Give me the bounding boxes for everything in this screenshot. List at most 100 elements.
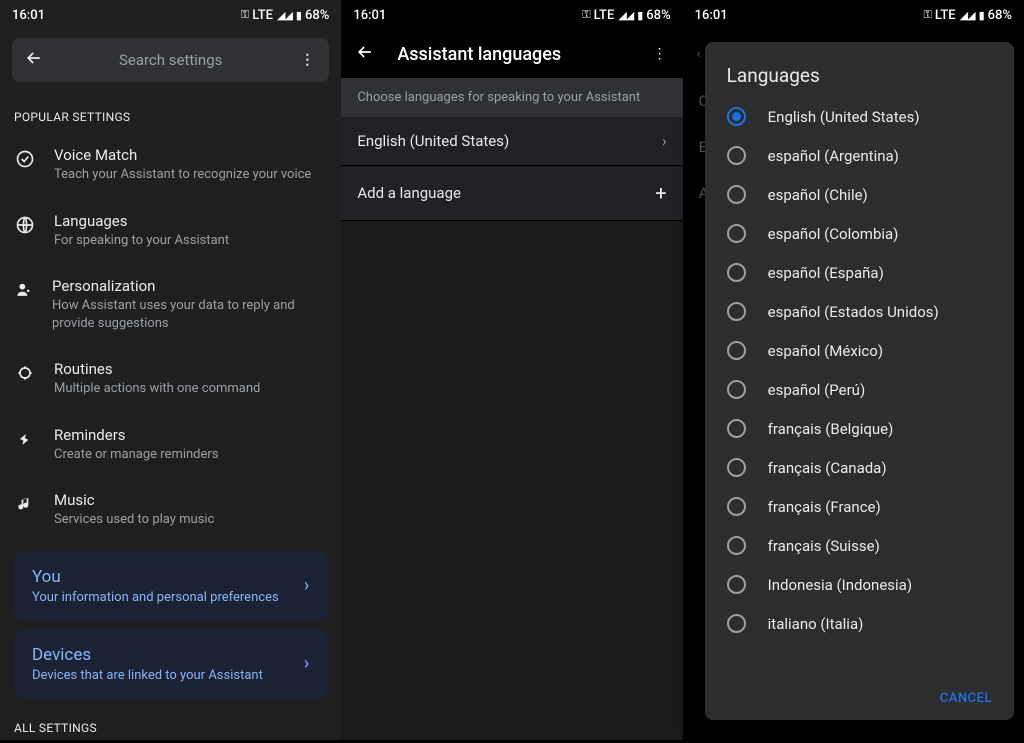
setting-voice-match[interactable]: Voice Match Teach your Assistant to reco…	[0, 132, 341, 198]
info-strip: Choose languages for speaking to your As…	[341, 78, 682, 117]
radio-icon	[727, 536, 746, 555]
radio-icon	[727, 497, 746, 516]
radio-icon	[727, 185, 746, 204]
language-option[interactable]: English (United States)	[705, 97, 1014, 136]
language-option[interactable]: français (Belgique)	[705, 409, 1014, 448]
radio-icon	[727, 302, 746, 321]
more-icon[interactable]: ⋮	[651, 46, 669, 62]
status-right: ⚿ LTE ◢◢ ▮ 68%	[241, 8, 329, 23]
language-dialog: Languages English (United States) españo…	[705, 42, 1014, 720]
language-label: English (United States)	[768, 108, 920, 126]
chevron-right-icon: ›	[304, 653, 309, 674]
section-all: ALL SETTINGS	[0, 707, 341, 743]
chevron-right-icon: ›	[662, 132, 667, 150]
language-radio-list[interactable]: English (United States) español (Argenti…	[705, 97, 1014, 682]
setting-reminders[interactable]: Reminders Create or manage reminders	[0, 412, 341, 478]
signal-icon: ◢◢	[277, 9, 292, 22]
signal-icon: ◢◢	[618, 9, 633, 22]
radio-icon	[727, 146, 746, 165]
network-label: LTE	[252, 8, 273, 23]
card-devices[interactable]: Devices Devices that are linked to your …	[14, 629, 327, 699]
language-option[interactable]: español (España)	[705, 253, 1014, 292]
radio-icon	[727, 458, 746, 477]
network-label: LTE	[594, 8, 615, 23]
language-option[interactable]: español (Colombia)	[705, 214, 1014, 253]
battery-percent: 68%	[988, 8, 1012, 23]
dialog-actions: CANCEL	[705, 682, 1014, 710]
voice-match-icon	[14, 148, 36, 170]
status-right: ⚿ LTE ◢◢ ▮ 68%	[924, 8, 1012, 23]
battery-percent: 68%	[305, 8, 329, 23]
chevron-right-icon: ›	[304, 575, 309, 596]
language-label: français (Suisse)	[768, 537, 880, 555]
cancel-button[interactable]: CANCEL	[940, 691, 992, 706]
language-option[interactable]: español (México)	[705, 331, 1014, 370]
card-sub: Devices that are linked to your Assistan…	[32, 668, 263, 683]
vpn-icon: ⚿	[241, 8, 248, 22]
battery-icon: ▮	[637, 9, 642, 22]
language-option[interactable]: español (Argentina)	[705, 136, 1014, 175]
reminders-icon	[14, 428, 36, 450]
plus-icon: +	[655, 181, 666, 205]
primary-language-row[interactable]: English (United States) ›	[341, 117, 682, 166]
back-icon[interactable]	[22, 48, 46, 72]
language-label: español (Colombia)	[768, 225, 899, 243]
screen-assistant-settings: 16:01 ⚿ LTE ◢◢ ▮ 68% Search settings ⋮ P…	[0, 0, 341, 740]
vpn-icon: ⚿	[582, 8, 589, 22]
person-icon	[14, 279, 34, 301]
radio-icon	[727, 380, 746, 399]
language-label: español (España)	[768, 264, 884, 282]
setting-title: Routines	[54, 360, 260, 378]
language-option[interactable]: Indonesia (Indonesia)	[705, 565, 1014, 604]
setting-personalization[interactable]: Personalization How Assistant uses your …	[0, 263, 341, 346]
language-label: español (Chile)	[768, 186, 868, 204]
language-option[interactable]: français (France)	[705, 487, 1014, 526]
setting-title: Personalization	[52, 277, 327, 295]
signal-icon: ◢◢	[960, 9, 975, 22]
radio-icon	[727, 224, 746, 243]
section-popular: POPULAR SETTINGS	[0, 90, 341, 132]
status-bar: 16:01 ⚿ LTE ◢◢ ▮ 68%	[341, 0, 682, 30]
battery-icon: ▮	[979, 9, 984, 22]
setting-title: Voice Match	[54, 146, 311, 164]
setting-sub: Services used to play music	[54, 511, 214, 529]
setting-music[interactable]: Music Services used to play music	[0, 477, 341, 543]
setting-languages[interactable]: Languages For speaking to your Assistant	[0, 198, 341, 264]
add-language-row[interactable]: Add a language +	[341, 166, 682, 221]
back-icon[interactable]	[355, 42, 375, 66]
language-option[interactable]: español (Chile)	[705, 175, 1014, 214]
radio-icon	[727, 341, 746, 360]
setting-title: Music	[54, 491, 214, 509]
setting-title: Languages	[54, 212, 229, 230]
language-option[interactable]: français (Suisse)	[705, 526, 1014, 565]
language-label: italiano (Italia)	[768, 615, 864, 633]
battery-percent: 68%	[646, 8, 670, 23]
language-option[interactable]: italiano (Italia)	[705, 604, 1014, 643]
language-label: français (France)	[768, 498, 881, 516]
setting-sub: Multiple actions with one command	[54, 380, 260, 398]
setting-routines[interactable]: Routines Multiple actions with one comma…	[0, 346, 341, 412]
screen-assistant-languages: 16:01 ⚿ LTE ◢◢ ▮ 68% Assistant languages…	[341, 0, 682, 740]
radio-icon	[727, 575, 746, 594]
primary-language-label: English (United States)	[357, 132, 509, 150]
language-label: français (Canada)	[768, 459, 887, 477]
empty-area	[341, 221, 682, 740]
battery-icon: ▮	[296, 9, 301, 22]
status-bar: 16:01 ⚿ LTE ◢◢ ▮ 68%	[0, 0, 341, 30]
radio-icon	[727, 107, 746, 126]
search-bar[interactable]: Search settings ⋮	[12, 38, 329, 82]
setting-sub: For speaking to your Assistant	[54, 232, 229, 250]
radio-icon	[727, 263, 746, 282]
language-option[interactable]: español (Perú)	[705, 370, 1014, 409]
language-label: Indonesia (Indonesia)	[768, 576, 912, 594]
setting-sub: How Assistant uses your data to reply an…	[52, 297, 327, 332]
language-label: español (Argentina)	[768, 147, 899, 165]
more-icon[interactable]: ⋮	[295, 52, 319, 68]
card-you[interactable]: You Your information and personal prefer…	[14, 551, 327, 621]
language-option[interactable]: español (Estados Unidos)	[705, 292, 1014, 331]
card-sub: Your information and personal preference…	[32, 590, 279, 605]
globe-icon	[14, 214, 36, 236]
status-time: 16:01	[12, 8, 45, 23]
network-label: LTE	[935, 8, 956, 23]
language-option[interactable]: français (Canada)	[705, 448, 1014, 487]
